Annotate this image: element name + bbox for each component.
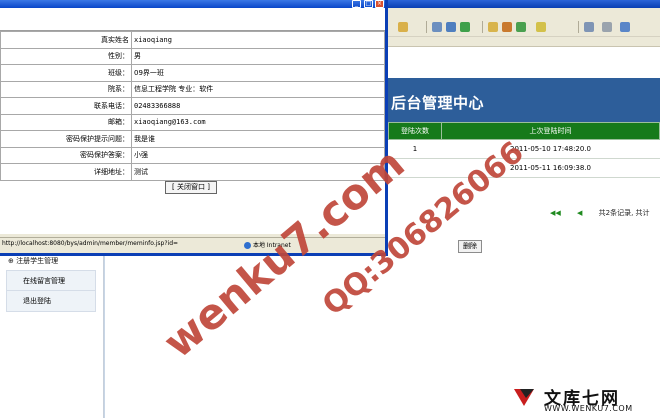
first-page-icon[interactable]: ◀◀ xyxy=(550,209,561,217)
logo-url: WWW.WENKU7.COM xyxy=(544,404,633,413)
pager: ◀◀ ◀ 共2条记录, 共计 xyxy=(550,208,650,218)
delete-button[interactable]: 删除 xyxy=(458,240,482,253)
logo-icon xyxy=(514,389,534,406)
field-value: 我是谁 xyxy=(131,130,385,148)
table-row: 详细地址： 测试 xyxy=(0,163,385,181)
column-header: 上次登陆时间 xyxy=(441,122,660,140)
table-row: 邮箱： xiaoqiang@163.com xyxy=(0,113,385,131)
page-title: 后台管理中心 xyxy=(391,94,485,112)
toolbar-separator xyxy=(578,21,579,33)
field-value: xiaoqiang@163.com xyxy=(131,113,385,131)
login-table: 登陆次数 上次登陆时间 1 2011-05-10 17:48:20.0 2011… xyxy=(388,122,660,178)
field-value: 信息工程学院 专业：软件 xyxy=(131,80,385,98)
refresh-icon[interactable] xyxy=(460,22,470,32)
column-header: 登陆次数 xyxy=(388,122,442,140)
edit-icon[interactable] xyxy=(446,22,456,32)
field-label: 邮箱： xyxy=(0,113,132,131)
table-row: 院系： 信息工程学院 专业：软件 xyxy=(0,80,385,98)
back-icon[interactable] xyxy=(398,22,408,32)
field-label: 详细地址： xyxy=(0,163,132,181)
sidebar-heading[interactable]: ⊕ 注册学生管理 xyxy=(8,256,58,266)
pager-summary: 共2条记录, 共计 xyxy=(598,209,650,217)
sidebar: ⊕ 注册学生管理 在线留言管理 退出登陆 xyxy=(0,250,105,418)
table-row: 真实姓名 xiaoqiang xyxy=(0,31,385,49)
popup-titlebar[interactable]: _ □ × xyxy=(0,0,385,8)
messenger-icon[interactable] xyxy=(516,22,526,32)
field-label: 真实姓名 xyxy=(0,31,132,49)
field-label: 性别： xyxy=(0,47,132,65)
ie-titlebar xyxy=(388,0,660,8)
minimize-icon[interactable]: _ xyxy=(352,0,361,8)
tools-icon[interactable] xyxy=(502,22,512,32)
field-value: 02483366888 xyxy=(131,97,385,115)
field-label: 密码保护提示问题： xyxy=(0,130,132,148)
close-window-button[interactable]: [ 关闭窗口 ] xyxy=(165,181,217,194)
table-row: 联系电话： 02483366888 xyxy=(0,97,385,115)
field-value: 男 xyxy=(131,47,385,65)
footer-logo: 文库七网 WWW.WENKU7.COM xyxy=(500,382,660,418)
divider xyxy=(103,250,104,418)
sidebar-heading-label: 注册学生管理 xyxy=(16,257,59,265)
print-icon[interactable] xyxy=(432,22,442,32)
header-band: 后台管理中心 xyxy=(388,78,660,122)
sidebar-item-logout[interactable]: 退出登陆 xyxy=(6,290,96,312)
table-row: 密码保护答案： 小强 xyxy=(0,146,385,164)
settings-icon[interactable] xyxy=(602,22,612,32)
toolbar-separator xyxy=(426,21,427,33)
page-icon[interactable] xyxy=(584,22,594,32)
status-url: http://localhost:8080/bys/admin/member/m… xyxy=(2,240,179,247)
field-value: 小强 xyxy=(131,146,385,164)
toolbar-separator xyxy=(482,21,483,33)
popup-top-band xyxy=(0,8,385,31)
folder-icon[interactable] xyxy=(488,22,498,32)
close-icon[interactable]: × xyxy=(375,0,384,8)
field-value: xiaoqiang xyxy=(131,31,385,49)
field-label: 密码保护答案： xyxy=(0,146,132,164)
ie-toolbar xyxy=(388,8,660,47)
field-label: 班级： xyxy=(0,64,132,82)
sidebar-item-messages[interactable]: 在线留言管理 xyxy=(6,270,96,292)
mail-icon[interactable] xyxy=(536,22,546,32)
prev-page-icon[interactable]: ◀ xyxy=(577,209,582,217)
table-row: 性别：男 xyxy=(0,47,385,65)
member-info-table: 真实姓名 xiaoqiang 性别：男 班级： 09界一班 院系： 信息工程学院 专业… xyxy=(0,31,385,181)
help-icon[interactable] xyxy=(620,22,630,32)
last-login-time: 2011-05-10 17:48:20.0 xyxy=(441,139,660,159)
field-value: 09界一班 xyxy=(131,64,385,82)
table-row: 密码保护提示问题： 我是谁 xyxy=(0,130,385,148)
field-label: 联系电话： xyxy=(0,97,132,115)
maximize-icon[interactable]: □ xyxy=(364,0,373,8)
table-row: 班级： 09界一班 xyxy=(0,64,385,82)
field-label: 院系： xyxy=(0,80,132,98)
